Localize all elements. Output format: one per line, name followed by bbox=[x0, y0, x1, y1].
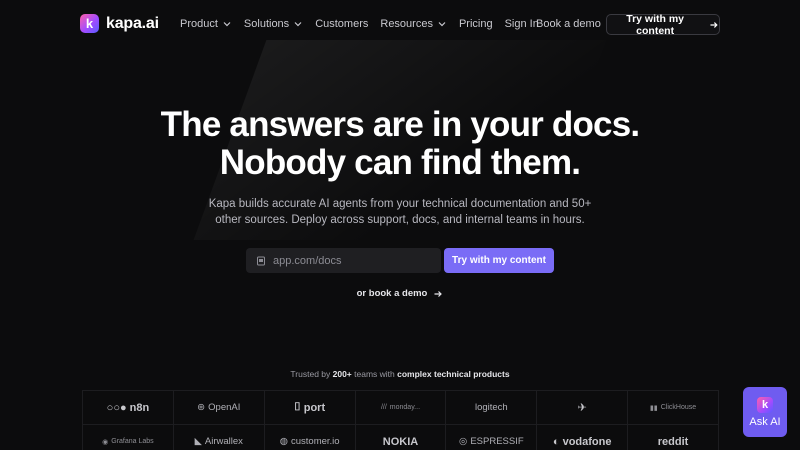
nav-item-product[interactable]: Product bbox=[180, 18, 232, 30]
try-with-content-button[interactable]: Try with my content bbox=[444, 248, 554, 273]
docs-url-input[interactable] bbox=[273, 254, 423, 267]
hero-title-line-2: Nobody can find them. bbox=[219, 143, 581, 182]
nav-item-resources[interactable]: Resources bbox=[380, 18, 447, 30]
ask-ai-label: Ask AI bbox=[749, 415, 781, 428]
nav-item-pricing[interactable]: Pricing bbox=[459, 18, 493, 30]
customer-logo-openai: ⊛ OpenAI bbox=[173, 391, 265, 425]
nav-item-sign-in[interactable]: Sign In bbox=[505, 18, 539, 30]
nav-links: Product Solutions Customers Resources Pr… bbox=[180, 18, 539, 30]
docs-url-field[interactable] bbox=[246, 248, 441, 273]
customer-logo-reddit: reddit bbox=[628, 425, 719, 450]
customer-logo-clickhouse: ▮▮ ClickHouse bbox=[628, 391, 719, 425]
document-icon bbox=[257, 256, 265, 265]
customer-logo-espressif: ◎ ESPRESSIF bbox=[446, 425, 538, 450]
customer-logo-n8n: ○○● n8n bbox=[83, 391, 174, 425]
nav-item-customers[interactable]: Customers bbox=[315, 18, 368, 30]
hero-subtitle: Kapa builds accurate AI agents from your… bbox=[208, 198, 592, 226]
customer-logo-port: ⌷ port bbox=[264, 391, 356, 425]
arrow-right-icon bbox=[434, 290, 443, 297]
book-demo-link[interactable]: Book a demo bbox=[536, 18, 601, 30]
try-with-content-nav-button[interactable]: Try with my content bbox=[606, 13, 720, 37]
brand-name: kapa.ai bbox=[106, 14, 159, 32]
or-book-demo-link[interactable]: or book a demo bbox=[0, 288, 800, 299]
kapa-logo-icon: k bbox=[80, 14, 99, 33]
ask-ai-button[interactable]: k Ask AI bbox=[743, 387, 787, 437]
trusted-by-text: Trusted by 200+ teams with complex techn… bbox=[290, 369, 510, 379]
top-nav: k kapa.ai Product Solutions Customers Re… bbox=[0, 0, 800, 48]
chevron-down-icon bbox=[438, 22, 446, 27]
chevron-down-icon bbox=[223, 22, 231, 27]
kapa-logo-icon: k bbox=[757, 396, 773, 413]
hero-title-line-1: The answers are in your docs. bbox=[160, 105, 640, 144]
customer-logo-airwallex: ◣ Airwallex bbox=[174, 425, 265, 450]
customer-logo-vodafone: ◐ vodafone bbox=[537, 425, 629, 450]
customer-logo-grid: ○○● n8n ⊛ OpenAI ⌷ port ///monday... logite… bbox=[82, 390, 719, 450]
chevron-down-icon bbox=[294, 22, 302, 27]
customer-logo-monday: ///monday... bbox=[355, 391, 447, 425]
customer-logo-logitech: logitech bbox=[446, 391, 538, 425]
brand-logo[interactable]: k kapa.ai bbox=[80, 14, 159, 33]
nav-item-solutions[interactable]: Solutions bbox=[244, 18, 303, 30]
hero-title: The answers are in your docs. Nobody can… bbox=[0, 106, 800, 182]
customer-logo-grafana: ◉ Grafana Labs bbox=[83, 425, 174, 450]
customer-logo-emblem: ✈ bbox=[537, 391, 629, 425]
customer-logo-customerio: ◍ customer.io bbox=[265, 425, 356, 450]
customer-logo-nokia: NOKIA bbox=[356, 425, 447, 450]
arrow-right-icon bbox=[710, 21, 718, 28]
